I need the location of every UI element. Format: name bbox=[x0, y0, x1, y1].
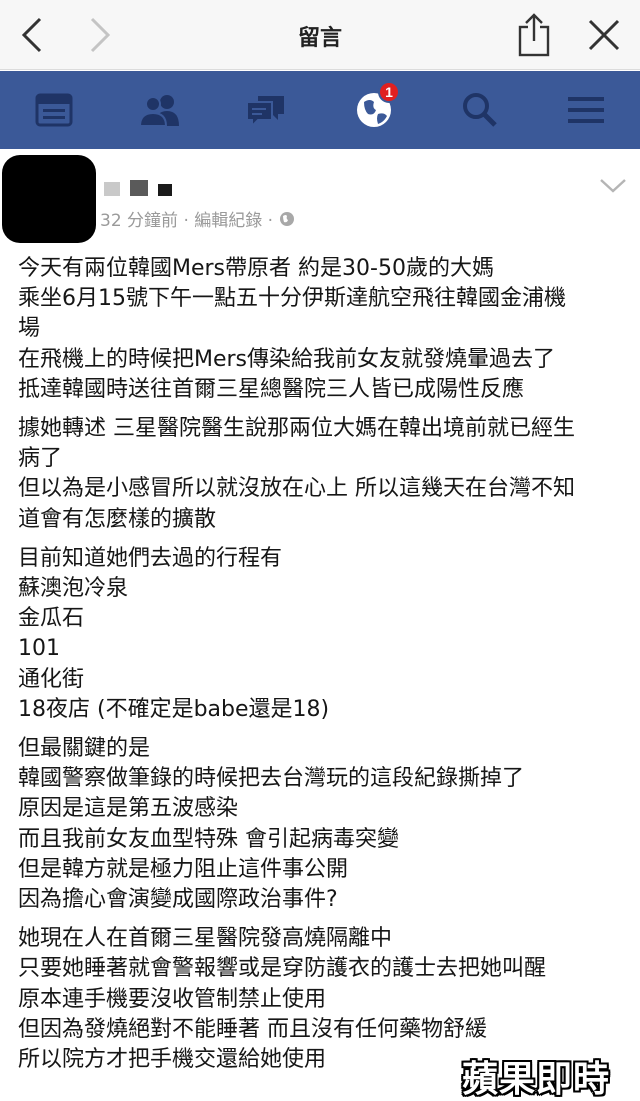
post-line: 金瓜石 bbox=[18, 606, 85, 632]
post-paragraph: 今天有兩位韓國Mers帶原者 約是30-50歲的大媽乘坐6月15號下午一點五十分… bbox=[18, 254, 630, 405]
globe-privacy-icon bbox=[280, 211, 295, 226]
post-line: 但以為是小感冒所以就沒放在心上 所以這幾天在台灣不知 bbox=[18, 476, 575, 502]
post-timestamp[interactable]: 32 分鐘前 · 編輯紀錄 · bbox=[100, 206, 273, 231]
post-line: 101 bbox=[18, 636, 60, 662]
watermark-logo: 蘋果即時 bbox=[462, 1059, 611, 1100]
author-name-redacted[interactable] bbox=[104, 178, 172, 196]
post-line: 在飛機上的時候把Mers傳染給我前女友就發燒暈過去了 bbox=[18, 346, 556, 372]
post-line: 原本連手機要沒收管制禁止使用 bbox=[18, 986, 327, 1012]
post-options-button[interactable] bbox=[598, 176, 628, 196]
post-line: 蘇澳泡冷泉 bbox=[18, 576, 129, 602]
post-line: 乘坐6月15號下午一點五十分伊斯達航空飛往韓國金浦機 bbox=[18, 286, 566, 312]
post-line: 但因為發燒絕對不能睡著 而且沒有任何藥物舒緩 bbox=[18, 1016, 487, 1042]
post-line: 場 bbox=[18, 316, 41, 342]
chevron-right-icon bbox=[90, 17, 111, 53]
post-meta: 32 分鐘前 · 編輯紀錄 · bbox=[100, 206, 295, 231]
tab-news-feed[interactable] bbox=[26, 87, 82, 133]
post-line: 目前知道她們去過的行程有 bbox=[18, 545, 283, 571]
back-button[interactable] bbox=[12, 14, 52, 56]
browser-top-bar: 留言 bbox=[0, 0, 640, 70]
chevron-down-icon bbox=[600, 179, 626, 193]
post-line: 通化街 bbox=[18, 666, 85, 692]
post-line: 只要她睡著就會警報響或是穿防護衣的護士去把她叫醒 bbox=[18, 956, 547, 982]
post-line: 18夜店 (不確定是babe還是18) bbox=[18, 696, 330, 722]
post-paragraph: 據她轉述 三星醫院醫生說那兩位大媽在韓出境前就已經生 病了但以為是小感冒所以就沒放… bbox=[18, 414, 630, 535]
menu-icon bbox=[568, 97, 604, 123]
post-line: 韓國警察做筆錄的時候把去台灣玩的這段紀錄撕掉了 bbox=[18, 766, 525, 792]
share-button[interactable] bbox=[514, 13, 554, 57]
post-paragraph: 但最關鍵的是韓國警察做筆錄的時候把去台灣玩的這段紀錄撕掉了 原因是這是第五波感染而… bbox=[18, 734, 630, 915]
post-line: 因為擔心會演變成國際政治事件? bbox=[18, 887, 338, 913]
search-icon bbox=[463, 93, 497, 127]
messages-icon bbox=[246, 96, 284, 128]
forward-button[interactable] bbox=[80, 14, 120, 56]
post-line: 但最關鍵的是 bbox=[18, 736, 151, 762]
post-line: 而且我前女友血型特殊 會引起病毒突變 bbox=[18, 826, 399, 852]
tab-menu[interactable] bbox=[558, 87, 614, 133]
post-line: 抵達韓國時送往首爾三星總醫院三人皆已成陽性反應 bbox=[18, 376, 525, 402]
tab-search[interactable] bbox=[452, 87, 508, 133]
post-line: 病了 bbox=[18, 446, 63, 472]
post-line: 她現在人在首爾三星醫院發高燒隔離中 bbox=[18, 926, 393, 952]
post-line: 道會有怎麼樣的擴散 bbox=[18, 506, 217, 532]
post-line: 但是韓方就是極力阻止這件事公開 bbox=[18, 856, 349, 882]
news-feed-icon bbox=[35, 93, 73, 127]
post-line: 原因是這是第五波感染 bbox=[18, 796, 239, 822]
tab-friends[interactable] bbox=[132, 87, 188, 133]
facebook-nav-bar: 1 bbox=[0, 71, 640, 149]
tab-messages[interactable] bbox=[238, 87, 294, 133]
chevron-left-icon bbox=[21, 17, 42, 53]
notification-badge: 1 bbox=[378, 81, 400, 103]
avatar[interactable] bbox=[2, 155, 96, 243]
close-button[interactable] bbox=[584, 14, 624, 56]
post-paragraph: 目前知道她們去過的行程有 蘇澳泡冷泉金瓜石 101 通化街 18夜店 (不確定是babe… bbox=[18, 544, 630, 725]
post-text: 今天有兩位韓國Mers帶原者 約是30-50歲的大媽乘坐6月15號下午一點五十分… bbox=[18, 254, 630, 1084]
close-icon bbox=[588, 19, 620, 51]
post-line: 今天有兩位韓國Mers帶原者 約是30-50歲的大媽 bbox=[18, 256, 494, 281]
friends-icon bbox=[138, 95, 179, 127]
tab-notifications[interactable]: 1 bbox=[346, 81, 402, 133]
share-icon bbox=[518, 13, 550, 57]
page-title: 留言 bbox=[297, 26, 342, 51]
post-line: 據她轉述 三星醫院醫生說那兩位大媽在韓出境前就已經生 bbox=[18, 416, 575, 442]
